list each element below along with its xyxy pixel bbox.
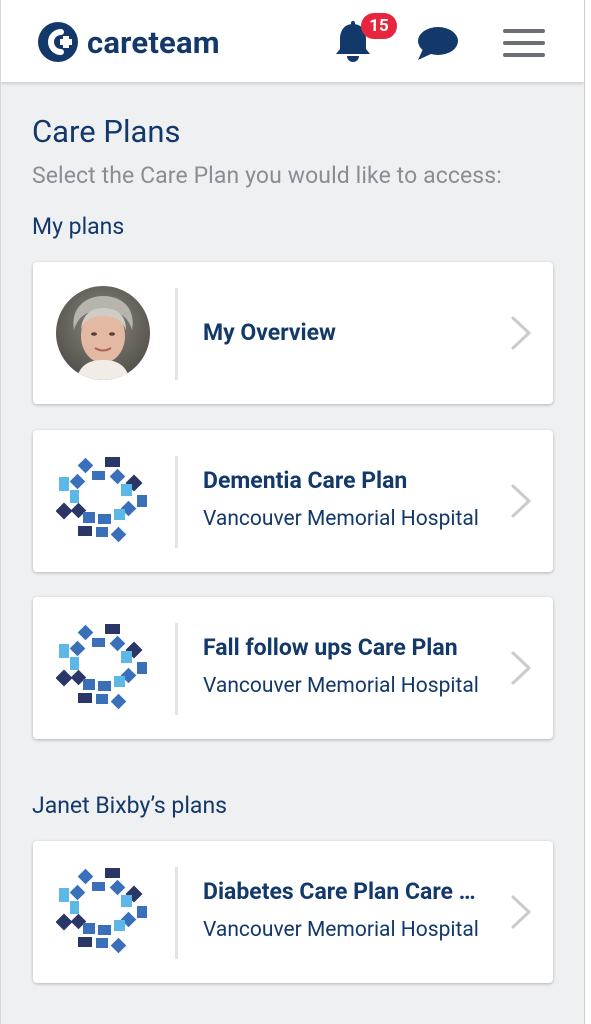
chat-icon [418, 27, 458, 60]
user-avatar [56, 286, 150, 380]
card-divider [175, 456, 178, 548]
chevron-right-icon [509, 650, 533, 686]
card-divider [175, 867, 178, 959]
main-menu-button[interactable] [501, 26, 547, 60]
card-title: Diabetes Care Plan Care … [203, 878, 476, 905]
card-title: Fall follow ups Care Plan [203, 634, 458, 661]
care-plan-pattern-icon [56, 865, 150, 959]
care-plan-card-dementia[interactable]: Dementia Care Plan Vancouver Memorial Ho… [33, 430, 553, 572]
card-divider [175, 623, 178, 715]
hamburger-menu-icon [503, 29, 545, 57]
card-title: Dementia Care Plan [203, 467, 408, 494]
care-plan-card-diabetes[interactable]: Diabetes Care Plan Care … Vancouver Memo… [33, 841, 553, 983]
app-frame: careteam 15 Care Plans Select the Care P… [0, 0, 585, 1024]
card-divider [175, 288, 178, 380]
top-bar: careteam 15 [1, 0, 584, 82]
careteam-logo[interactable]: careteam [37, 21, 220, 63]
card-title: My Overview [203, 319, 336, 346]
care-plan-pattern-icon [56, 454, 150, 548]
messages-button[interactable] [415, 25, 459, 63]
page-title: Care Plans [32, 113, 181, 150]
card-subtitle: Vancouver Memorial Hospital [203, 507, 479, 531]
card-subtitle: Vancouver Memorial Hospital [203, 674, 479, 698]
section-title-janet-bixby-plans: Janet Bixby’s plans [32, 792, 228, 819]
care-plan-card-my-overview[interactable]: My Overview [33, 262, 553, 404]
care-plan-card-fall-follow-ups[interactable]: Fall follow ups Care Plan Vancouver Memo… [33, 597, 553, 739]
card-subtitle: Vancouver Memorial Hospital [203, 918, 479, 942]
chevron-right-icon [509, 894, 533, 930]
careteam-logo-icon [38, 22, 78, 62]
care-plan-pattern-icon [56, 621, 150, 715]
chevron-right-icon [509, 315, 533, 351]
section-title-my-plans: My plans [32, 213, 125, 240]
notification-badge: 15 [361, 13, 397, 39]
chevron-right-icon [509, 483, 533, 519]
page-subtitle: Select the Care Plan you would like to a… [32, 162, 502, 189]
app-name: careteam [87, 23, 220, 61]
